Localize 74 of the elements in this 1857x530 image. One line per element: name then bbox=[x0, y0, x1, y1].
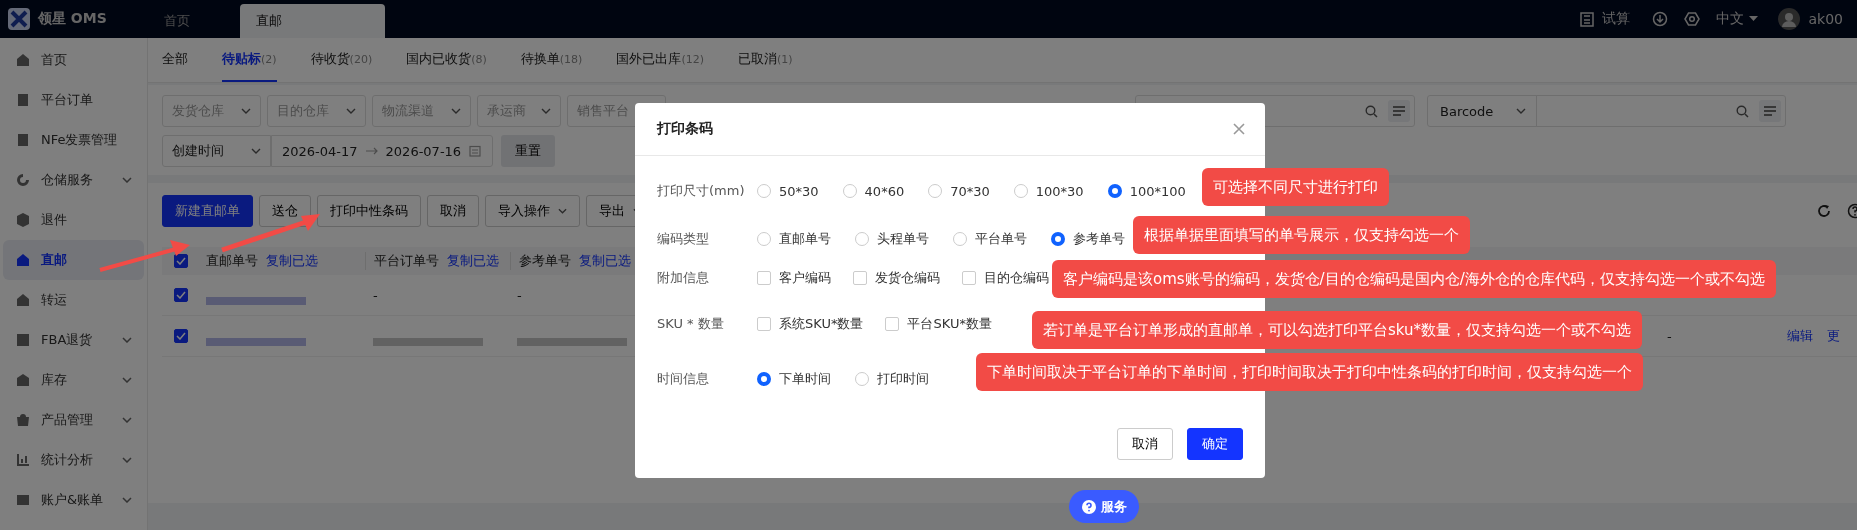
confirm-button[interactable]: 确定 bbox=[1187, 428, 1243, 460]
column-header: 平台订单号 bbox=[374, 252, 439, 270]
annotation-callout: 可选择不同尺寸进行打印 bbox=[1202, 168, 1389, 206]
sidebar-item[interactable]: 直邮 bbox=[3, 240, 144, 280]
radio-option[interactable]: 100*30 bbox=[1013, 183, 1084, 199]
more-link[interactable]: 更 bbox=[1827, 327, 1840, 345]
status-tab[interactable]: 全部 bbox=[162, 38, 188, 82]
annotation-callout: 客户编码是该oms账号的编码，发货仓/目的仓编码是国内仓/海外仓的仓库代码，仅支持勾选一个或不勾选 bbox=[1052, 260, 1776, 298]
status-tab[interactable]: 待换单(18) bbox=[520, 38, 583, 82]
column-header: 直邮单号 bbox=[206, 252, 258, 270]
column-header: 参考单号 bbox=[519, 252, 571, 270]
radio-option[interactable]: 直邮单号 bbox=[757, 230, 831, 248]
cancel-button[interactable]: 取消 bbox=[1117, 428, 1173, 460]
field-label: 编码类型 bbox=[657, 230, 710, 248]
checkbox-option[interactable]: 平台SKU*数量 bbox=[885, 315, 992, 333]
field-label: SKU * 数量 bbox=[657, 315, 725, 333]
radio-option[interactable]: 头程单号 bbox=[855, 230, 929, 248]
radio-option[interactable]: 100*100 bbox=[1107, 183, 1186, 199]
table-cell: - bbox=[373, 287, 378, 303]
radio-option[interactable]: 参考单号 bbox=[1051, 230, 1125, 248]
sidebar-item[interactable]: 退件 bbox=[3, 200, 144, 240]
field-label: 附加信息 bbox=[657, 269, 710, 287]
annotation-callout: 若订单是平台订单形成的直邮单，可以勾选打印平台sku*数量，仅支持勾选一个或不勾选 bbox=[1032, 311, 1643, 349]
sidebar-item[interactable]: 库存 bbox=[3, 360, 144, 400]
service-button[interactable]: 服务 bbox=[1069, 490, 1139, 523]
action-button[interactable]: 导入操作 bbox=[485, 195, 580, 227]
field-label: 打印尺寸(mm) bbox=[657, 182, 746, 200]
checkbox-option[interactable]: 系统SKU*数量 bbox=[757, 315, 864, 333]
action-button[interactable]: 新建直邮单 bbox=[162, 195, 253, 227]
copy-selected-link[interactable]: 复制已选 bbox=[579, 252, 631, 270]
sidebar-item[interactable]: NFe发票管理 bbox=[3, 120, 144, 160]
annotation-callout: 根据单据里面填写的单号展示，仅支持勾选一个 bbox=[1133, 216, 1470, 254]
radio-option[interactable]: 平台单号 bbox=[953, 230, 1027, 248]
checkbox-option[interactable]: 客户编码 bbox=[757, 269, 831, 287]
trial-link[interactable]: 试算 bbox=[1602, 10, 1631, 28]
sidebar-item[interactable]: 产品管理 bbox=[3, 400, 144, 440]
sidebar-item[interactable]: 转运 bbox=[3, 280, 144, 320]
action-button[interactable]: 取消 bbox=[427, 195, 479, 227]
table-cell: - bbox=[1667, 328, 1672, 344]
edit-link[interactable]: 编辑 bbox=[1787, 327, 1813, 345]
search-type-select[interactable]: Barcode bbox=[1427, 95, 1537, 127]
page-tab[interactable]: 直邮 bbox=[240, 4, 385, 38]
reset-button[interactable]: 重置 bbox=[501, 135, 555, 167]
status-tab[interactable]: 国外已出库(12) bbox=[616, 38, 704, 82]
sidebar-item[interactable]: 平台订单 bbox=[3, 80, 144, 120]
action-button[interactable]: 送仓 bbox=[259, 195, 311, 227]
sidebar-item[interactable]: 账户&账单 bbox=[3, 480, 144, 520]
sidebar-item[interactable]: FBA退货 bbox=[3, 320, 144, 360]
radio-option[interactable]: 40*60 bbox=[842, 183, 905, 199]
status-tab[interactable]: 国内已收货(8) bbox=[406, 38, 487, 82]
page-tab[interactable]: 首页 bbox=[148, 4, 240, 38]
sidebar-item[interactable]: 仓储服务 bbox=[3, 160, 144, 200]
sidebar-item[interactable]: 首页 bbox=[3, 40, 144, 80]
user-name[interactable]: ak00 bbox=[1808, 11, 1843, 27]
copy-selected-link[interactable]: 复制已选 bbox=[447, 252, 499, 270]
checkbox-option[interactable]: 目的仓编码 bbox=[962, 269, 1049, 287]
date-type-select[interactable]: 创建时间 bbox=[162, 135, 271, 167]
checkbox-option[interactable]: 发货仓编码 bbox=[853, 269, 940, 287]
annotation-callout: 下单时间取决于平台订单的下单时间，打印时间取决于打印中性条码的打印时间，仅支持勾选一个 bbox=[976, 353, 1643, 391]
copy-selected-link[interactable]: 复制已选 bbox=[266, 252, 318, 270]
sidebar-item[interactable]: 统计分析 bbox=[3, 440, 144, 480]
status-tab[interactable]: 待贴标(2) bbox=[222, 38, 277, 82]
status-tab[interactable]: 待收货(20) bbox=[310, 38, 373, 82]
language-select[interactable]: 中文 bbox=[1716, 10, 1759, 28]
radio-option[interactable]: 下单时间 bbox=[757, 370, 831, 388]
radio-option[interactable]: 50*30 bbox=[757, 183, 819, 199]
action-button[interactable]: 打印中性条码 bbox=[317, 195, 421, 227]
radio-option[interactable]: 70*30 bbox=[928, 183, 990, 199]
date-range-field[interactable]: 2026-04-17 2026-07-16 bbox=[271, 135, 493, 167]
app-name: 领星 OMS bbox=[38, 10, 107, 28]
table-cell: - bbox=[517, 287, 522, 303]
status-tab[interactable]: 已取消(1) bbox=[737, 38, 793, 82]
field-label: 时间信息 bbox=[657, 370, 710, 388]
radio-option[interactable]: 打印时间 bbox=[855, 370, 929, 388]
